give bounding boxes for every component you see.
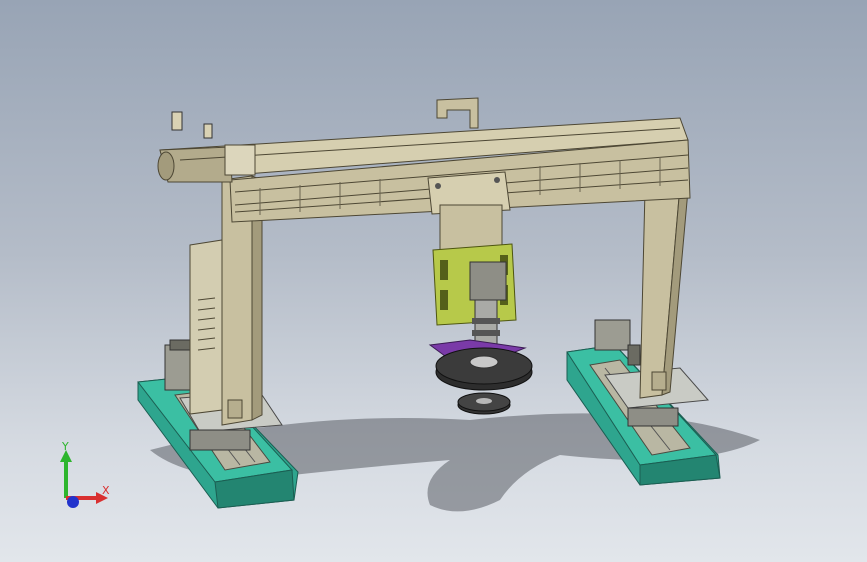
gantry-assembly-model[interactable]: [0, 0, 867, 562]
gantry-beam: [157, 117, 691, 223]
coordinate-triad: Y X: [60, 440, 110, 508]
grinding-wheel: [435, 347, 533, 415]
cad-viewport[interactable]: Y X: [0, 0, 867, 562]
z-axis-arrow: [67, 496, 79, 508]
right-column: [639, 185, 689, 399]
x-axis-label: X: [102, 484, 110, 497]
limit-sensors: [171, 111, 213, 139]
cable-guide: [436, 97, 479, 129]
y-axis-label: Y: [61, 440, 69, 453]
